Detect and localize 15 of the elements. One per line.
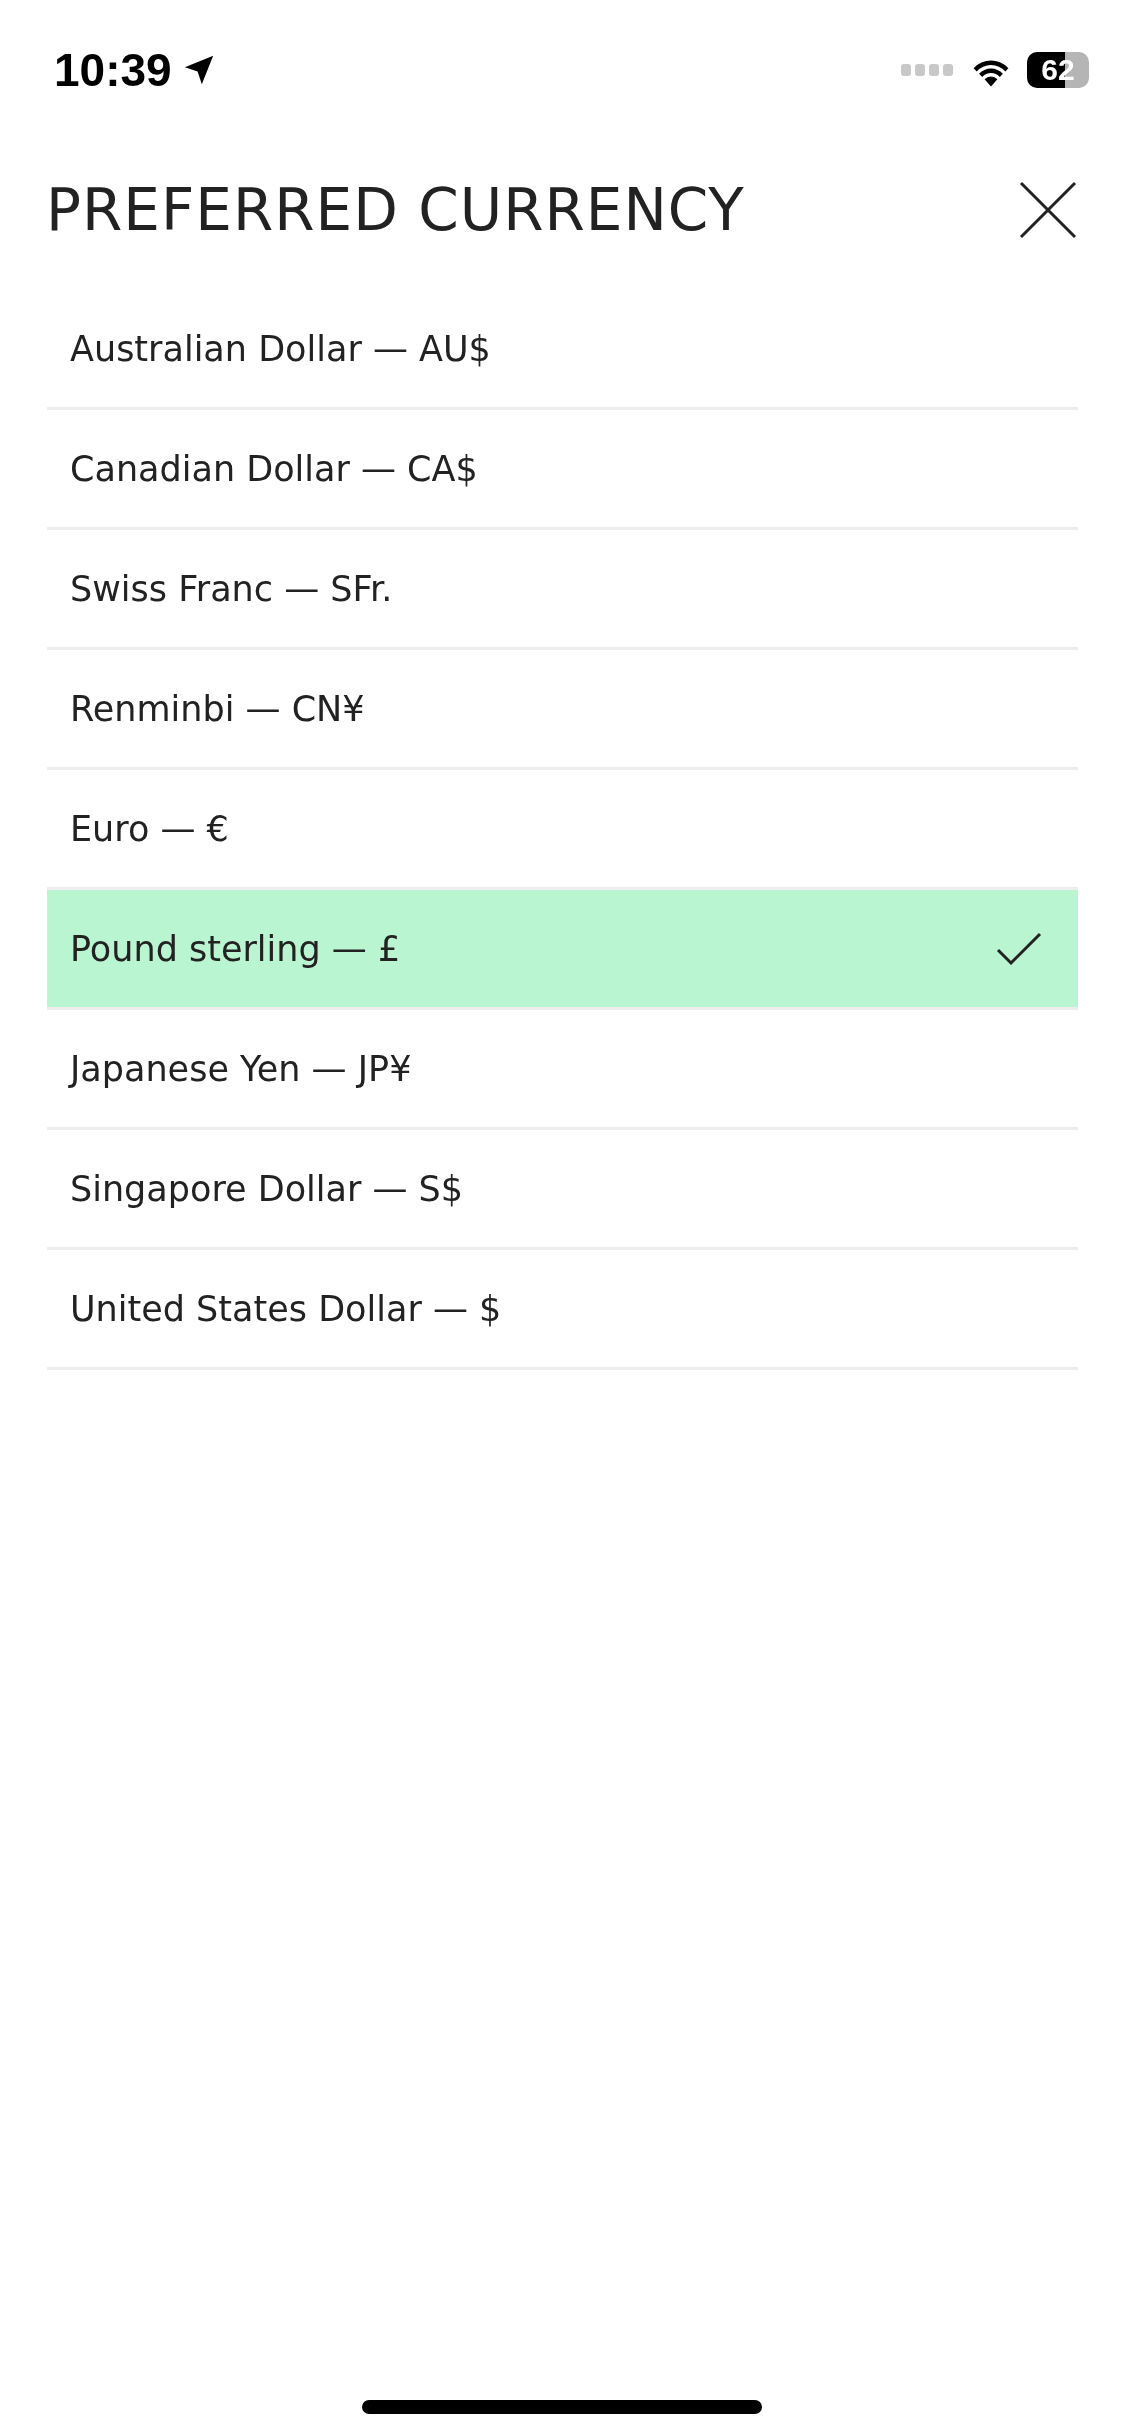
currency-label: Singapore Dollar — S$ [70,1168,464,1209]
page-title: PREFERRED CURRENCY [46,176,745,244]
close-button[interactable] [1017,179,1079,241]
currency-label: United States Dollar — $ [70,1288,502,1329]
checkmark-icon [996,931,1042,966]
currency-label: Canadian Dollar — CA$ [70,448,478,489]
currency-option[interactable]: Pound sterling — £ [47,890,1078,1010]
currency-label: Renminbi — CN¥ [70,688,365,729]
currency-label: Swiss Franc — SFr. [70,568,393,609]
signal-icon [901,64,955,76]
currency-label: Japanese Yen — JP¥ [70,1048,412,1089]
currency-label: Australian Dollar — AU$ [70,328,491,369]
currency-label: Euro — € [70,808,229,849]
currency-label: Pound sterling — £ [70,928,401,969]
status-time: 10:39 [54,43,172,97]
